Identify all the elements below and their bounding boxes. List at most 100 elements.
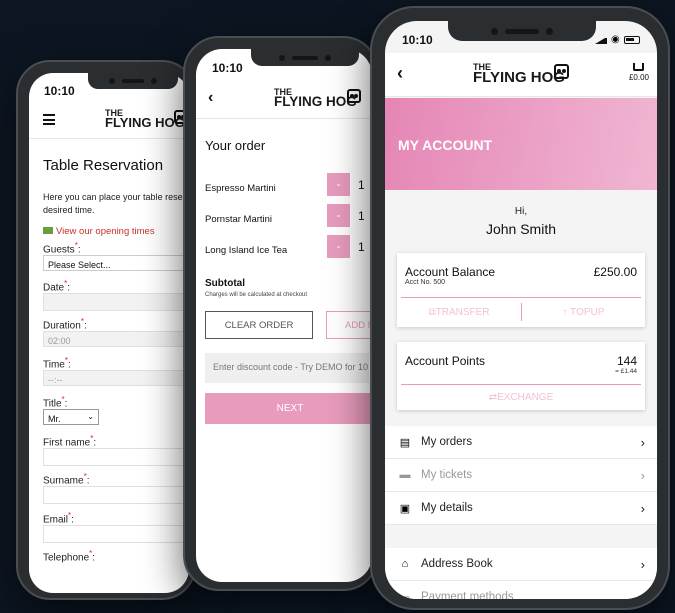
signal-icon — [595, 36, 607, 44]
chevron-down-icon: ⌄ — [87, 412, 94, 421]
wifi-icon: ◉ — [611, 34, 620, 45]
opening-times-link[interactable]: View our opening times — [43, 226, 155, 237]
firstname-field[interactable] — [43, 448, 189, 466]
duration-label: Duration*: — [43, 317, 87, 332]
menu-item-label: My details — [421, 502, 473, 514]
chevron-right-icon: › — [640, 556, 645, 572]
exchange-icon: ⇄ — [488, 392, 498, 403]
menu-item-my-orders[interactable]: ▤ My orders › — [385, 426, 657, 459]
order-heading: Your order — [205, 138, 266, 153]
brand-logo: THE FLYING HOG — [105, 108, 185, 131]
menu-item-my-tickets[interactable]: ▬ My tickets › — [385, 459, 657, 492]
points-equivalent: = £1.44 — [615, 368, 637, 375]
exchange-button[interactable]: ⇄EXCHANGE — [397, 388, 645, 408]
telephone-label: Telephone*: — [43, 549, 96, 564]
topup-button[interactable]: ↑ TOPUP — [522, 303, 645, 325]
title-label: Title*: — [43, 395, 68, 410]
date-label: Date*: — [43, 279, 71, 294]
brand-logo: THE FLYING HOG — [274, 87, 357, 110]
chevron-right-icon: › — [640, 589, 645, 600]
guests-select[interactable]: Please Select... — [43, 255, 189, 271]
discount-input[interactable]: Enter discount code - Try DEMO for 10 — [205, 353, 369, 383]
status-time: 10:10 — [402, 33, 433, 47]
phone-table-reservation: 10:10 THE FLYING HOG Table Reservation He… — [16, 60, 196, 600]
menu-item-my-details[interactable]: ▣ My details › — [385, 492, 657, 525]
id-card-icon: ▣ — [399, 502, 411, 515]
back-chevron-icon[interactable]: ‹ — [208, 89, 213, 107]
date-field[interactable] — [43, 293, 189, 311]
owl-logo-icon — [554, 64, 569, 79]
guests-label: Guests*: — [43, 241, 81, 256]
money-icon — [43, 227, 53, 234]
phone-order: 10:10 ‹ THE FLYING HOG Your order Espress… — [183, 36, 379, 591]
points-card: Account Points 144 = £1.44 ⇄EXCHANGE — [397, 342, 645, 410]
chevron-right-icon: › — [640, 500, 645, 516]
decrease-quantity-button[interactable]: - — [327, 173, 350, 196]
chevron-right-icon: › — [640, 467, 645, 483]
item-quantity: 1 — [358, 209, 365, 223]
home-icon: ⌂ — [401, 558, 409, 570]
menu-item-label: Payment methods — [421, 591, 514, 599]
points-label: Account Points — [405, 354, 486, 368]
next-button[interactable]: NEXT — [205, 393, 372, 424]
screen-account: 10:10 ◉ ‹ THE FLYING HOG £0.00 MY ACCOUNT… — [385, 21, 657, 599]
time-field[interactable]: --:-- — [43, 370, 189, 386]
menu-item-label: My tickets — [421, 469, 473, 481]
app-header: ‹ THE FLYING HOG — [196, 79, 372, 119]
clear-order-button[interactable]: CLEAR ORDER — [205, 311, 313, 339]
balance-card: Account Balance £250.00 Acct No. 500 ⧉TR… — [397, 253, 645, 327]
add-more-button[interactable]: ADD M — [326, 311, 372, 339]
transfer-icon: ⧉ — [428, 307, 436, 318]
camera-notch — [88, 73, 178, 89]
owl-logo-icon — [347, 89, 361, 103]
email-label: Email*: — [43, 511, 74, 526]
email-field[interactable] — [43, 525, 189, 543]
menu-item-label: My orders — [421, 436, 473, 448]
balance-label: Account Balance — [405, 265, 496, 279]
banner-title: MY ACCOUNT — [398, 137, 493, 153]
menu-item-payment-methods[interactable]: ▭ Payment methods › — [385, 581, 657, 599]
screen-order: 10:10 ‹ THE FLYING HOG Your order Espress… — [196, 49, 372, 582]
decrease-quantity-button[interactable]: - — [327, 204, 350, 227]
receipt-icon: ▤ — [399, 436, 411, 449]
app-header: THE FLYING HOG — [29, 101, 189, 139]
firstname-label: First name*: — [43, 434, 97, 449]
screen-reservation: 10:10 THE FLYING HOG Table Reservation He… — [29, 73, 189, 593]
order-item-name: Pornstar Martini — [205, 214, 273, 225]
surname-field[interactable] — [43, 486, 189, 504]
intro-text: Here you can place your table reser desir… — [43, 192, 186, 215]
user-name: John Smith — [485, 221, 557, 237]
time-label: Time*: — [43, 356, 71, 371]
title-select[interactable]: Mr. ⌄ — [43, 409, 99, 425]
status-time: 10:10 — [44, 84, 75, 98]
balance-value: £250.00 — [593, 265, 637, 279]
app-header: ‹ THE FLYING HOG £0.00 — [385, 53, 657, 97]
points-value: 144 — [616, 354, 637, 368]
chevron-right-icon: › — [640, 434, 645, 450]
camera-notch — [448, 21, 596, 41]
menu-item-address-book[interactable]: ⌂ Address Book › — [385, 548, 657, 581]
basket-total: £0.00 — [628, 73, 649, 82]
status-icons: ◉ — [595, 34, 640, 45]
duration-field[interactable]: 02:00 — [43, 331, 189, 347]
status-time: 10:10 — [212, 61, 243, 75]
decrease-quantity-button[interactable]: - — [327, 235, 350, 258]
card-icon: ▭ — [399, 591, 411, 600]
arrow-up-icon: ↑ — [562, 307, 571, 318]
item-quantity: 1 — [358, 240, 365, 254]
back-chevron-icon[interactable]: ‹ — [397, 63, 403, 84]
phone-account: 10:10 ◉ ‹ THE FLYING HOG £0.00 MY ACCOUNT… — [370, 6, 670, 610]
menu-icon[interactable] — [43, 114, 55, 125]
ticket-icon: ▬ — [399, 469, 411, 481]
page-title: Table Reservation — [43, 157, 164, 174]
order-item-name: Espresso Martini — [205, 183, 276, 194]
greeting: Hi, — [514, 206, 528, 217]
menu-item-label: Address Book — [421, 558, 493, 570]
account-banner: MY ACCOUNT — [385, 98, 657, 190]
account-number: Acct No. 500 — [405, 279, 446, 286]
basket-button[interactable]: £0.00 — [629, 61, 649, 82]
battery-icon — [623, 35, 640, 44]
transfer-button[interactable]: ⧉TRANSFER — [397, 303, 521, 325]
camera-notch — [251, 49, 359, 66]
brand-logo: THE FLYING HOG — [473, 62, 565, 87]
